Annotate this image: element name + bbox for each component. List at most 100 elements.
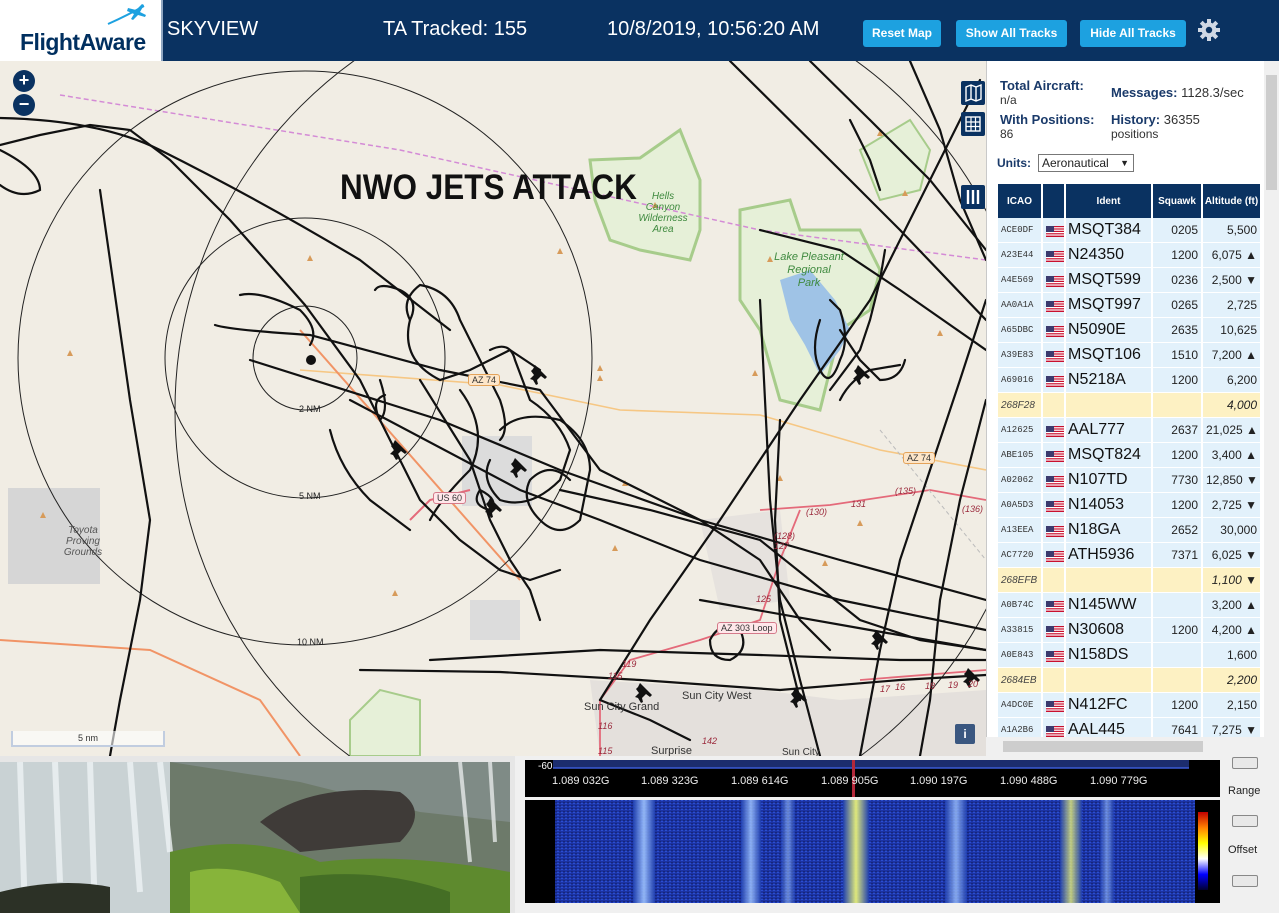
route-number: 131 (851, 499, 867, 509)
range-label: Range (1228, 785, 1261, 797)
table-row[interactable]: A0E843 N158DS 1,600 (998, 642, 1261, 668)
column-header-squawk[interactable]: Squawk (1152, 184, 1203, 218)
altitude-cell: 10,625 (1202, 317, 1261, 343)
altitude-cell: 2,725 ▼ (1202, 492, 1261, 518)
table-row[interactable]: A12625 AAL777 2637 21,025 ▲ (998, 417, 1261, 443)
us-flag-icon (1046, 224, 1063, 238)
table-row[interactable]: A23E44 N24350 1200 6,075 ▲ (998, 242, 1261, 268)
table-row[interactable]: A1A2B6 AAL445 7641 7,275 ▼ (998, 717, 1261, 739)
us-flag-icon (1046, 499, 1063, 513)
offset-slider-handle[interactable] (1232, 875, 1258, 887)
flag-cell (1042, 467, 1066, 493)
squawk-cell: 1200 (1152, 492, 1203, 518)
column-header-flag[interactable] (1042, 184, 1066, 218)
wilderness-label: Hells Canyon Wilderness Area (634, 191, 692, 235)
table-row[interactable]: A4E569 MSQT599 0236 2,500 ▼ (998, 267, 1261, 293)
lake-line-3: Park (797, 277, 821, 289)
vertical-scrollbar[interactable] (1264, 61, 1279, 756)
flag-cell (1042, 592, 1066, 618)
table-row[interactable]: A02062 N107TD 7730 12,850 ▼ (998, 467, 1261, 493)
ident-cell: N145WW (1065, 592, 1153, 618)
reset-map-button[interactable]: Reset Map (863, 20, 941, 47)
table-row[interactable]: A13EEA N18GA 2652 30,000 (998, 517, 1261, 543)
column-header-ident[interactable]: Ident (1065, 184, 1153, 218)
squawk-cell (1152, 392, 1203, 418)
map-layers-button[interactable] (961, 81, 985, 105)
hide-all-tracks-button[interactable]: Hide All Tracks (1080, 20, 1186, 47)
map-view[interactable]: + − NWO JETS ATTACK 2 NM 5 NM 10 NM Hell… (0, 61, 986, 756)
show-all-tracks-button[interactable]: Show All Tracks (956, 20, 1067, 47)
waterfall-photo (0, 762, 510, 913)
horizontal-scroll-thumb[interactable] (1003, 741, 1203, 752)
us-flag-icon (1046, 374, 1063, 388)
top-bar: FlightAware SKYVIEW TA Tracked: 155 10/8… (0, 0, 1279, 61)
table-row[interactable]: 268EFB 1,100 ▼ (998, 567, 1261, 593)
table-row[interactable]: A0B74C N145WW 3,200 ▲ (998, 592, 1261, 618)
flightaware-logo[interactable]: FlightAware (0, 0, 163, 61)
table-row[interactable]: AC7720 ATH5936 7371 6,025 ▼ (998, 542, 1261, 568)
route-number: 115 (608, 671, 623, 681)
altitude-cell: 5,500 (1202, 218, 1261, 243)
icao-cell: A0A5D3 (998, 492, 1043, 518)
us-flag-icon (1046, 349, 1063, 363)
park-boundary (349, 688, 421, 756)
wilderness-line-3: Area (652, 224, 674, 235)
table-row[interactable]: A39E83 MSQT106 1510 7,200 ▲ (998, 342, 1261, 368)
altitude-cell: 1,100 ▼ (1202, 567, 1261, 593)
ident-cell: N18GA (1065, 517, 1153, 543)
flag-cell (1042, 567, 1066, 593)
ident-cell: N158DS (1065, 642, 1153, 668)
flag-cell (1042, 367, 1066, 393)
table-row[interactable]: AA0A1A MSQT997 0265 2,725 (998, 292, 1261, 318)
table-header-row: ICAO Ident Squawk Altitude (ft) (998, 184, 1261, 218)
wilderness-line-1: Hells Canyon (645, 191, 681, 213)
spectrum-level: -60 (538, 761, 553, 772)
ident-cell: MSQT997 (1065, 292, 1153, 318)
altitude-cell: 6,200 (1202, 367, 1261, 393)
icao-cell: A0B74C (998, 592, 1043, 618)
ident-cell (1065, 567, 1153, 593)
ident-cell: N30608 (1065, 617, 1153, 643)
zoom-out-button[interactable]: − (13, 94, 35, 116)
table-row[interactable]: A33815 N30608 1200 4,200 ▲ (998, 617, 1261, 643)
table-row[interactable]: A65DBC N5090E 2635 10,625 (998, 317, 1261, 343)
us-flag-icon (1046, 599, 1063, 613)
slider-handle-top[interactable] (1232, 757, 1258, 769)
squawk-cell: 7730 (1152, 467, 1203, 493)
ident-cell: MSQT824 (1065, 442, 1153, 468)
table-row[interactable]: A0A5D3 N14053 1200 2,725 ▼ (998, 492, 1261, 518)
map-scale-bar: 5 nm (11, 731, 165, 747)
column-toggle-button[interactable] (961, 185, 985, 209)
table-row[interactable]: A69016 N5218A 1200 6,200 (998, 367, 1261, 393)
messages-label: Messages: 1128.3/sec (1111, 85, 1244, 100)
range-label-5nm: 5 NM (299, 491, 321, 501)
icao-cell: A12625 (998, 417, 1043, 443)
column-header-altitude[interactable]: Altitude (ft) (1202, 184, 1261, 218)
gear-icon[interactable] (1197, 18, 1221, 42)
altitude-cell: 7,275 ▼ (1202, 717, 1261, 739)
map-grid-button[interactable] (961, 112, 985, 136)
table-row[interactable]: ABE105 MSQT824 1200 3,400 ▲ (998, 442, 1261, 468)
table-row[interactable]: 268F28 4,000 (998, 392, 1261, 418)
horizontal-scrollbar[interactable] (986, 737, 1264, 756)
flag-cell (1042, 667, 1066, 693)
map-info-button[interactable]: i (955, 724, 975, 744)
table-row[interactable]: A4DC0E N412FC 1200 2,150 (998, 692, 1261, 718)
map-graphics (0, 61, 986, 756)
squawk-cell: 2635 (1152, 317, 1203, 343)
flag-cell (1042, 417, 1066, 443)
columns-icon (966, 190, 980, 204)
table-row[interactable]: ACE0DF MSQT384 0205 5,500 (998, 218, 1261, 243)
zoom-in-button[interactable]: + (13, 70, 35, 92)
column-header-icao[interactable]: ICAO (998, 184, 1043, 218)
proving-line-3: Grounds (63, 547, 103, 558)
proving-line-1: Toyota (68, 525, 98, 536)
ident-cell: AAL445 (1065, 717, 1153, 739)
frequency-label: 1.089 032G (552, 775, 610, 787)
vertical-scroll-thumb[interactable] (1266, 75, 1277, 190)
units-select[interactable]: Aeronautical ▼ (1038, 154, 1134, 172)
aircraft-panel: Total Aircraft: n/a With Positions: 86 M… (986, 61, 1279, 756)
table-row[interactable]: 2684EB 2,200 (998, 667, 1261, 693)
range-slider-handle[interactable] (1232, 815, 1258, 827)
altitude-cell: 2,725 (1202, 292, 1261, 318)
